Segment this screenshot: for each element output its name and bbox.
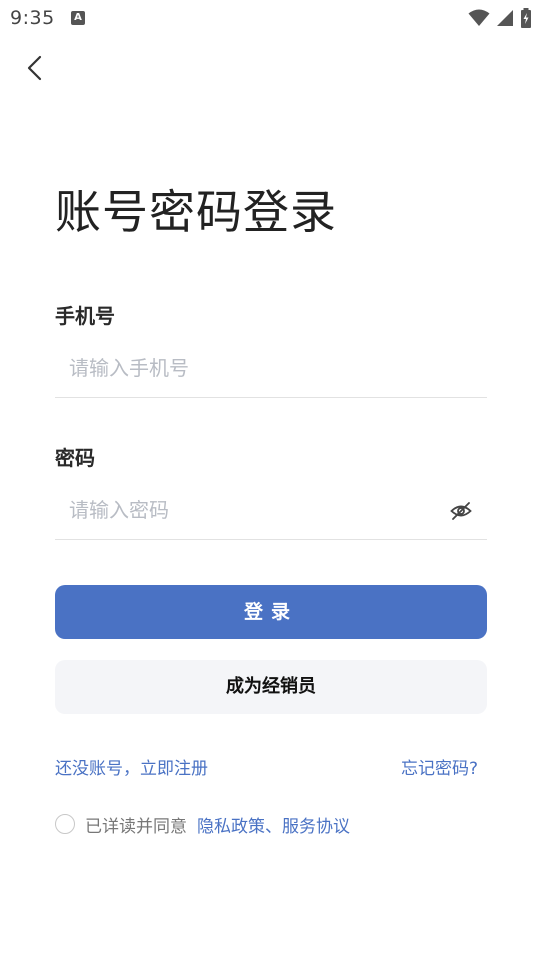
wifi-icon	[468, 9, 490, 27]
forgot-password-link[interactable]: 忘记密码?	[401, 754, 478, 779]
chevron-left-icon	[27, 55, 42, 81]
login-screen: 9:35 A 账号密码登录 手机号 请输入手机号 密码 登录 成为经销员 还没账…	[0, 0, 540, 960]
status-icons	[468, 7, 532, 29]
battery-charging-icon	[520, 8, 532, 28]
password-visibility-toggle[interactable]	[449, 499, 473, 523]
policy-links[interactable]: 隐私政策、服务协议	[197, 812, 350, 837]
login-button[interactable]: 登录	[55, 585, 487, 639]
password-field	[55, 483, 487, 540]
back-button[interactable]	[20, 52, 52, 84]
status-time: 9:35	[10, 7, 55, 29]
status-bar: 9:35 A	[0, 0, 540, 36]
register-link[interactable]: 还没账号，立即注册	[55, 754, 208, 779]
app-notification-icon: A	[71, 11, 85, 25]
password-input[interactable]	[69, 483, 429, 537]
page-title: 账号密码登录	[55, 185, 337, 239]
signal-icon	[496, 9, 514, 27]
password-label: 密码	[55, 446, 95, 470]
agreement-row: 已详读并同意 隐私政策、服务协议	[55, 812, 350, 837]
agreement-text: 已详读并同意	[85, 816, 187, 837]
become-dealer-button[interactable]: 成为经销员	[55, 660, 487, 714]
agreement-checkbox[interactable]	[55, 814, 75, 834]
phone-input[interactable]	[69, 341, 429, 395]
eye-off-icon	[450, 502, 472, 520]
phone-label: 手机号	[55, 304, 115, 328]
phone-field	[55, 341, 487, 398]
